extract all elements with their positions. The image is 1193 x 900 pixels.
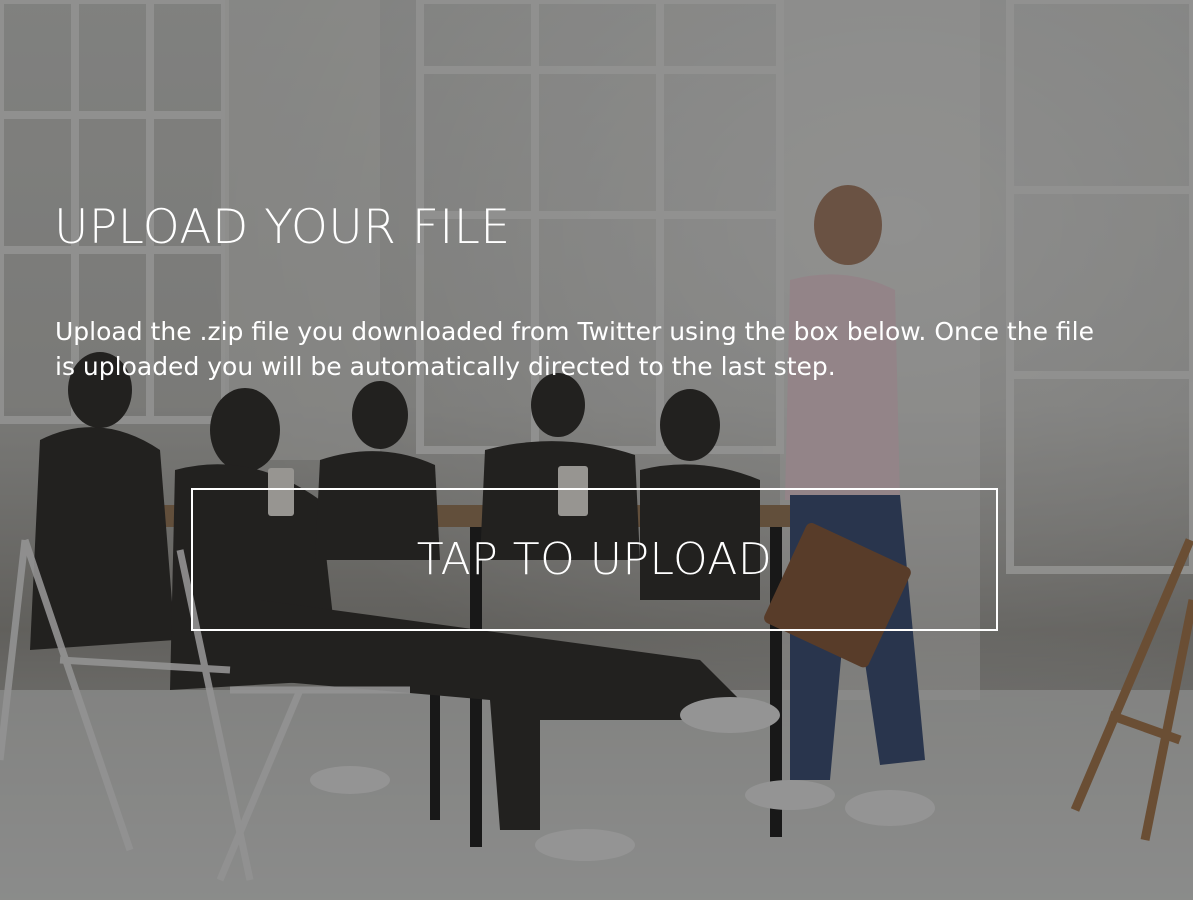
upload-button[interactable]: TAP TO UPLOAD — [191, 488, 998, 631]
upload-panel: UPLOAD YOUR FILE Upload the .zip file yo… — [0, 0, 1193, 900]
upload-button-label: TAP TO UPLOAD — [416, 534, 773, 585]
page-title: UPLOAD YOUR FILE — [54, 200, 511, 255]
instructions-text: Upload the .zip file you downloaded from… — [55, 317, 1094, 381]
